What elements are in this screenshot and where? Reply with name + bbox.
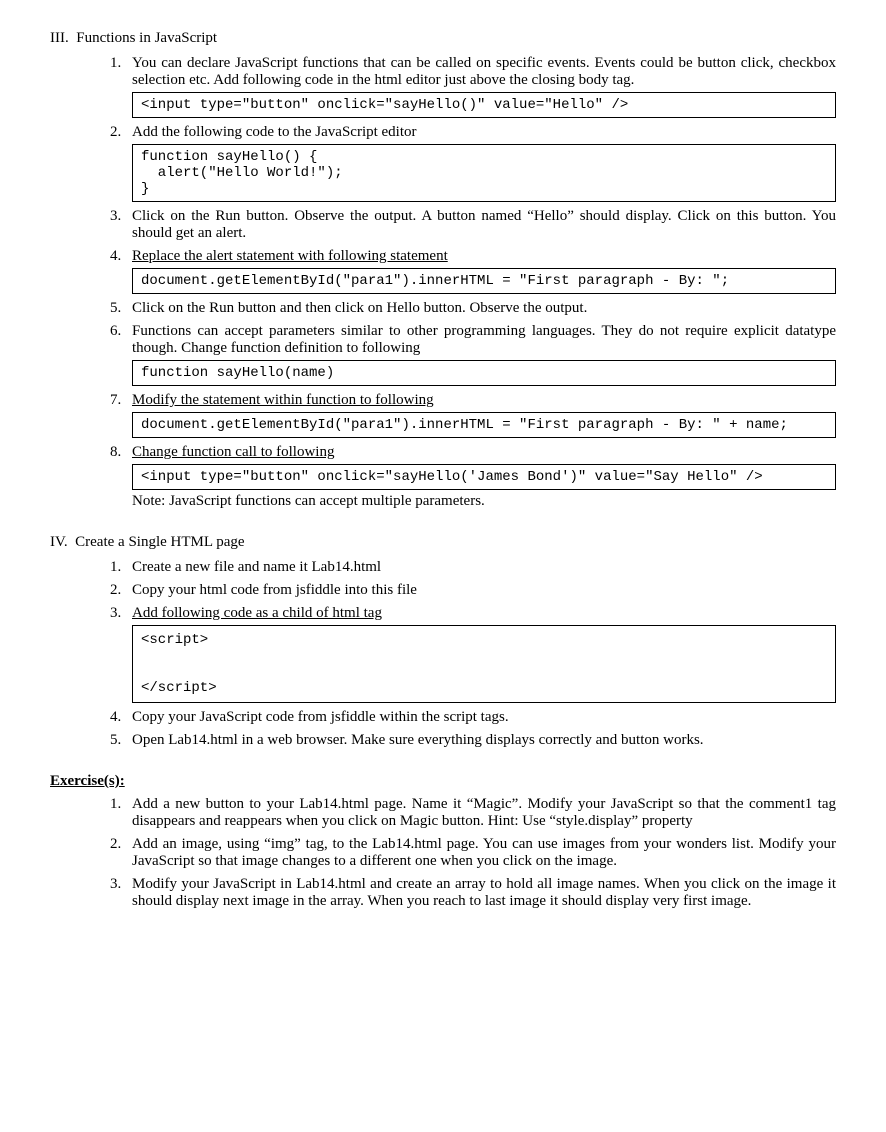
list-text: Click on the Run button and then click o…	[132, 300, 836, 317]
list-item: 1. Add a new button to your Lab14.html p…	[110, 796, 836, 830]
section-3-content: 1. You can declare JavaScript functions …	[90, 55, 836, 510]
section-4-list: 1. Create a new file and name it Lab14.h…	[110, 559, 836, 749]
list-text: Click on the Run button. Observe the out…	[132, 208, 836, 242]
list-item: 5. Click on the Run button and then clic…	[110, 300, 836, 317]
section-3-title: III. Functions in JavaScript	[50, 30, 836, 47]
list-item: 2. Copy your html code from jsfiddle int…	[110, 582, 836, 599]
list-num: 6.	[110, 323, 132, 340]
list-num: 2.	[110, 582, 132, 599]
list-text: Modify the statement within function to …	[132, 392, 836, 409]
list-num: 3.	[110, 876, 132, 893]
list-text: Add an image, using “img” tag, to the La…	[132, 836, 836, 870]
list-num: 2.	[110, 836, 132, 853]
exercises-list: 1. Add a new button to your Lab14.html p…	[110, 796, 836, 910]
section-4: IV. Create a Single HTML page 1. Create …	[50, 534, 836, 749]
list-item: 7. Modify the statement within function …	[110, 392, 836, 438]
list-num: 1.	[110, 55, 132, 72]
code-block: document.getElementById("para1").innerHT…	[132, 268, 836, 294]
list-text: Change function call to following	[132, 444, 836, 461]
list-item: 1. Create a new file and name it Lab14.h…	[110, 559, 836, 576]
list-item: 5. Open Lab14.html in a web browser. Mak…	[110, 732, 836, 749]
list-num: 5.	[110, 732, 132, 749]
list-text: Create a new file and name it Lab14.html	[132, 559, 836, 576]
section-4-title: IV. Create a Single HTML page	[50, 534, 836, 551]
code-block: function sayHello(name)	[132, 360, 836, 386]
exercises-title: Exercise(s):	[50, 773, 836, 790]
list-text: Copy your JavaScript code from jsfiddle …	[132, 709, 836, 726]
list-text: Add a new button to your Lab14.html page…	[132, 796, 836, 830]
list-text: Copy your html code from jsfiddle into t…	[132, 582, 836, 599]
section-3: III. Functions in JavaScript 1. You can …	[50, 30, 836, 510]
section-4-content: 1. Create a new file and name it Lab14.h…	[90, 559, 836, 749]
list-num: 2.	[110, 124, 132, 141]
list-num: 3.	[110, 208, 132, 225]
exercises-content: 1. Add a new button to your Lab14.html p…	[90, 796, 836, 910]
list-item: 8. Change function call to following <in…	[110, 444, 836, 510]
code-block: <input type="button" onclick="sayHello('…	[132, 464, 836, 490]
list-item: 3. Modify your JavaScript in Lab14.html …	[110, 876, 836, 910]
code-block-tall: <script> </script>	[132, 625, 836, 703]
section-3-list: 1. You can declare JavaScript functions …	[110, 55, 836, 510]
list-item: 3. Add following code as a child of html…	[110, 605, 836, 703]
code-block: <input type="button" onclick="sayHello()…	[132, 92, 836, 118]
list-item: 6. Functions can accept parameters simil…	[110, 323, 836, 386]
list-text: Add following code as a child of html ta…	[132, 605, 836, 622]
list-num: 4.	[110, 248, 132, 265]
list-item: 3. Click on the Run button. Observe the …	[110, 208, 836, 242]
list-num: 3.	[110, 605, 132, 622]
code-block: function sayHello() { alert("Hello World…	[132, 144, 836, 202]
code-block: document.getElementById("para1").innerHT…	[132, 412, 836, 438]
list-item: 1. You can declare JavaScript functions …	[110, 55, 836, 118]
exercises-section: Exercise(s): 1. Add a new button to your…	[50, 773, 836, 910]
list-num: 1.	[110, 559, 132, 576]
list-text: Modify your JavaScript in Lab14.html and…	[132, 876, 836, 910]
list-text: Functions can accept parameters similar …	[132, 323, 836, 357]
list-item: 2. Add the following code to the JavaScr…	[110, 124, 836, 202]
list-num: 5.	[110, 300, 132, 317]
list-num: 1.	[110, 796, 132, 813]
list-text: Replace the alert statement with followi…	[132, 248, 836, 265]
list-text: Add the following code to the JavaScript…	[132, 124, 836, 141]
list-item: 4. Copy your JavaScript code from jsfidd…	[110, 709, 836, 726]
list-num: 7.	[110, 392, 132, 409]
list-num: 4.	[110, 709, 132, 726]
list-item: 2. Add an image, using “img” tag, to the…	[110, 836, 836, 870]
list-text: You can declare JavaScript functions tha…	[132, 55, 836, 89]
note-text: Note: JavaScript functions can accept mu…	[132, 493, 836, 510]
list-text: Open Lab14.html in a web browser. Make s…	[132, 732, 836, 749]
list-item: 4. Replace the alert statement with foll…	[110, 248, 836, 294]
list-num: 8.	[110, 444, 132, 461]
